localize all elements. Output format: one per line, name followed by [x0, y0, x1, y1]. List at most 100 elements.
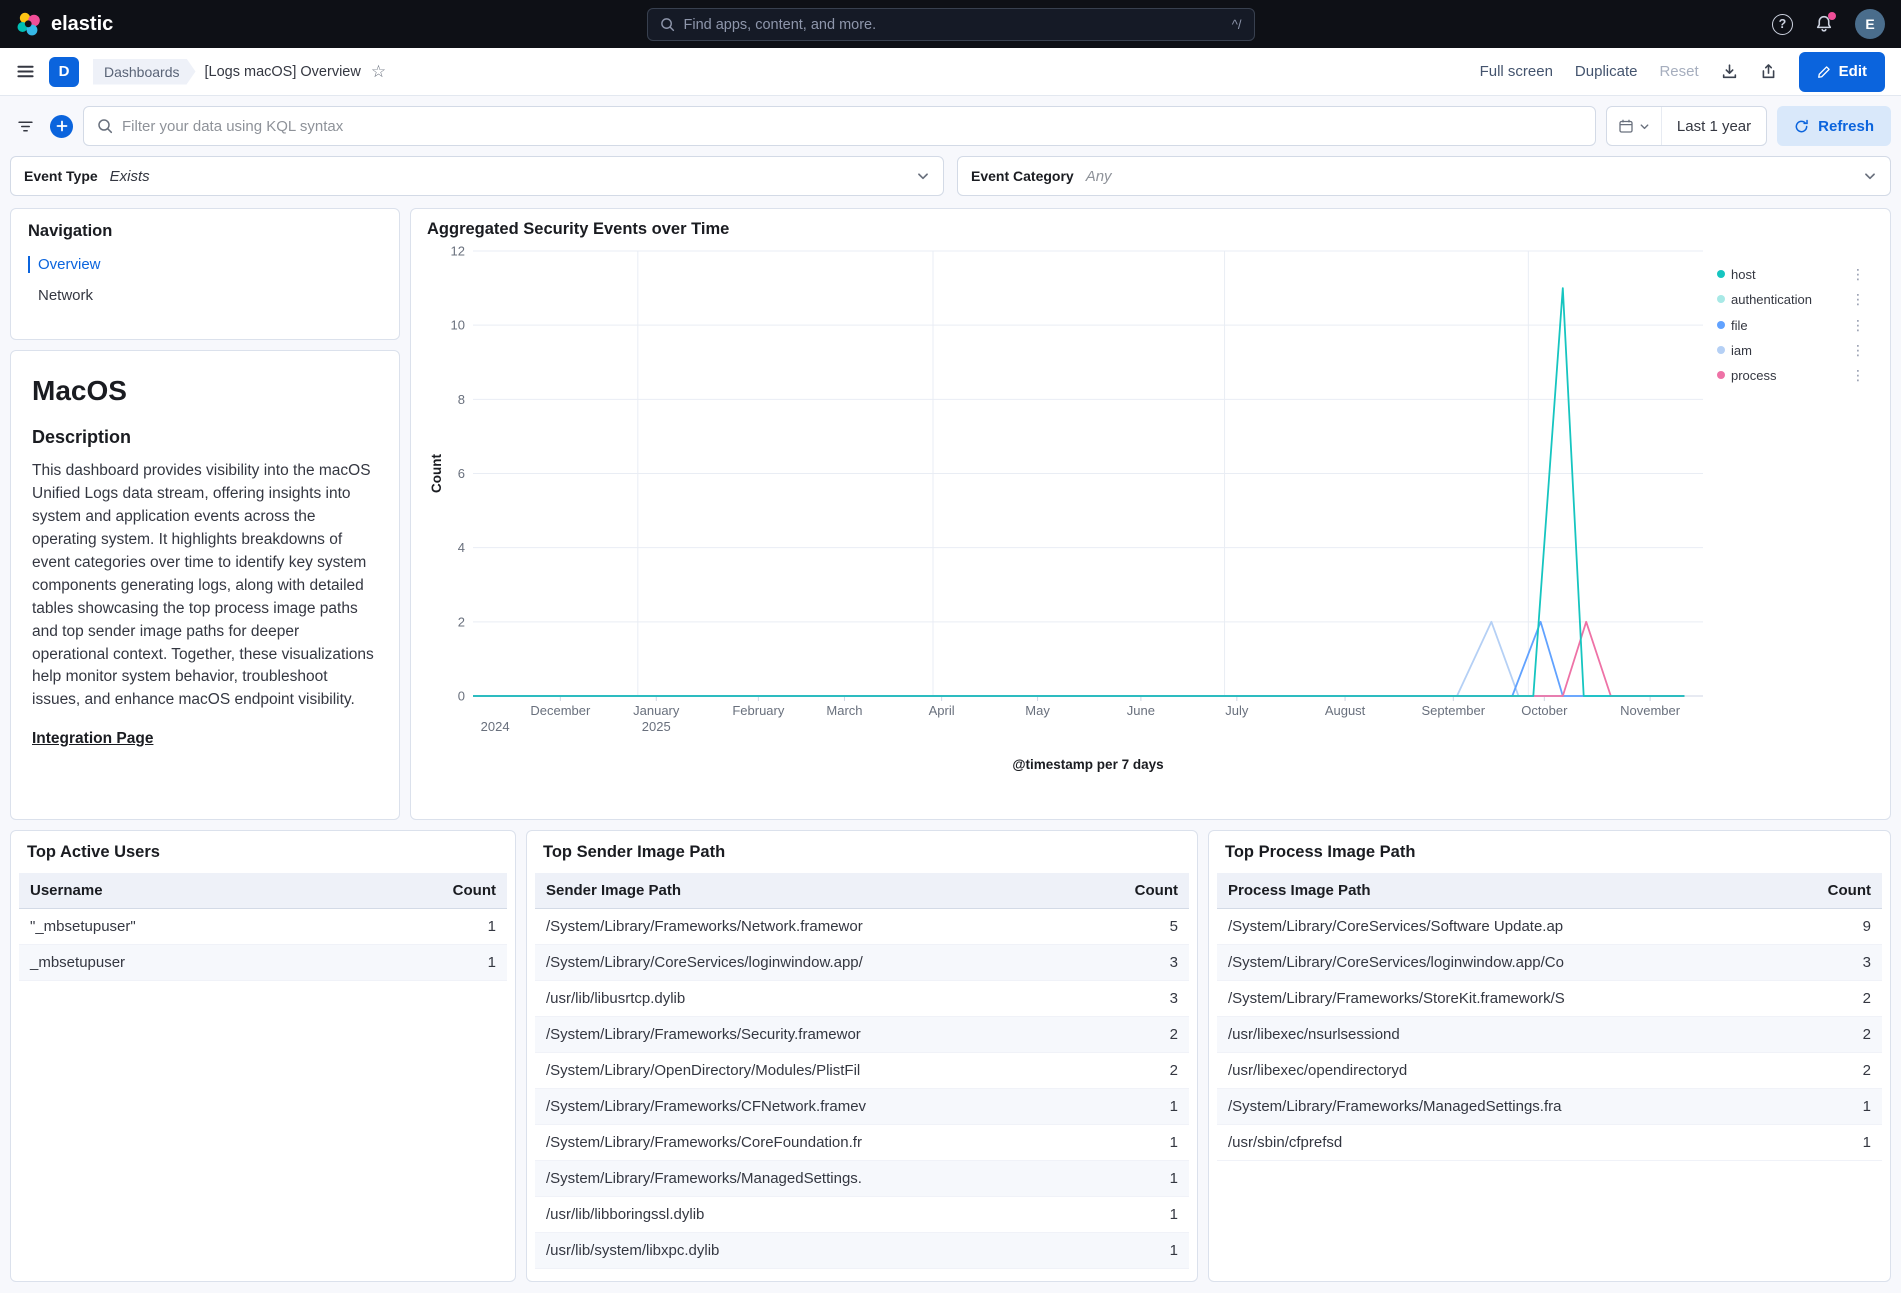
- integration-page-link[interactable]: Integration Page: [32, 730, 153, 747]
- legend-item-authentication[interactable]: authentication⋮: [1717, 292, 1865, 307]
- count-cell: 1: [1774, 1089, 1882, 1125]
- count-cell: 2: [1081, 1053, 1189, 1089]
- value-cell: /System/Library/Frameworks/Network.frame…: [535, 909, 1081, 945]
- space-badge[interactable]: D: [49, 57, 79, 87]
- global-search-input[interactable]: Find apps, content, and more. ^/: [647, 8, 1255, 41]
- refresh-icon: [1794, 119, 1809, 134]
- nav-item-overview[interactable]: Overview: [28, 256, 382, 273]
- dashboard-controls: Event Type Exists Event Category Any: [0, 154, 1901, 208]
- search-icon: [97, 118, 113, 134]
- legend-dot-icon: [1717, 346, 1725, 354]
- svg-text:0: 0: [458, 689, 465, 704]
- user-avatar[interactable]: E: [1855, 9, 1885, 39]
- brand-text: elastic: [51, 13, 113, 36]
- value-cell: /System/Library/Frameworks/StoreKit.fram…: [1217, 981, 1774, 1017]
- favorite-star-icon[interactable]: ☆: [371, 63, 386, 80]
- control-value: Exists: [110, 168, 150, 185]
- table-panel-title: Top Sender Image Path: [535, 841, 1189, 873]
- column-header[interactable]: Count: [1774, 873, 1882, 909]
- count-cell: 3: [1081, 981, 1189, 1017]
- control-event-type[interactable]: Event Type Exists: [10, 156, 944, 196]
- table-row: "_mbsetupuser"1: [19, 909, 507, 945]
- svg-text:April: April: [929, 703, 955, 718]
- duplicate-button[interactable]: Duplicate: [1575, 63, 1638, 80]
- column-header[interactable]: Sender Image Path: [535, 873, 1081, 909]
- description-heading: Description: [32, 427, 378, 448]
- table-row: /System/Library/Frameworks/CFNetwork.fra…: [535, 1089, 1189, 1125]
- control-event-category[interactable]: Event Category Any: [957, 156, 1891, 196]
- column-header[interactable]: Count: [399, 873, 507, 909]
- count-cell: 1: [1081, 1197, 1189, 1233]
- reset-button[interactable]: Reset: [1659, 63, 1698, 80]
- global-search-placeholder: Find apps, content, and more.: [684, 17, 877, 33]
- kql-search-input[interactable]: Filter your data using KQL syntax: [83, 106, 1596, 146]
- refresh-button[interactable]: Refresh: [1777, 106, 1891, 146]
- full-screen-button[interactable]: Full screen: [1480, 63, 1553, 80]
- table-row: /System/Library/Frameworks/Security.fram…: [535, 1017, 1189, 1053]
- value-cell: /System/Library/Frameworks/CoreFoundatio…: [535, 1125, 1081, 1161]
- value-cell: /System/Library/OpenDirectory/Modules/Pl…: [535, 1053, 1081, 1089]
- search-icon: [660, 17, 675, 32]
- svg-text:October: October: [1521, 703, 1568, 718]
- top-active-users-panel: Top Active Users UsernameCount"_mbsetupu…: [10, 830, 516, 1282]
- filter-icon[interactable]: [10, 108, 40, 144]
- legend-label: host: [1731, 267, 1845, 282]
- share-icon[interactable]: [1760, 63, 1777, 80]
- kebab-menu-icon[interactable]: ⋮: [1851, 318, 1865, 332]
- count-cell: 2: [1774, 1053, 1882, 1089]
- pencil-icon: [1817, 65, 1831, 79]
- legend-item-iam[interactable]: iam⋮: [1717, 343, 1865, 358]
- chevron-down-icon: [1639, 121, 1650, 132]
- elastic-brand[interactable]: elastic: [16, 11, 113, 37]
- legend-dot-icon: [1717, 295, 1725, 303]
- table-row: /System/Library/CoreServices/loginwindow…: [535, 945, 1189, 981]
- control-label: Event Category: [971, 168, 1074, 184]
- table-panel-title: Top Active Users: [19, 841, 507, 873]
- legend-item-file[interactable]: file⋮: [1717, 318, 1865, 333]
- nav-item-network[interactable]: Network: [28, 287, 382, 304]
- help-icon[interactable]: ?: [1772, 14, 1793, 35]
- download-icon[interactable]: [1721, 63, 1738, 80]
- count-cell: 1: [1081, 1233, 1189, 1269]
- value-cell: /usr/lib/libboringssl.dylib: [535, 1197, 1081, 1233]
- kebab-menu-icon[interactable]: ⋮: [1851, 343, 1865, 357]
- table-row: /System/Library/CoreServices/Software Up…: [1217, 909, 1882, 945]
- table-row: /usr/libexec/opendirectoryd2: [1217, 1053, 1882, 1089]
- edit-button[interactable]: Edit: [1799, 52, 1885, 92]
- breadcrumb-dashboards[interactable]: Dashboards: [93, 59, 196, 85]
- svg-text:July: July: [1225, 703, 1249, 718]
- value-cell: "_mbsetupuser": [19, 909, 399, 945]
- legend-item-process[interactable]: process ⋮: [1717, 368, 1865, 383]
- hamburger-menu-icon[interactable]: [16, 62, 35, 81]
- kebab-menu-icon[interactable]: ⋮: [1851, 267, 1865, 281]
- control-value: Any: [1086, 168, 1112, 185]
- svg-text:Count: Count: [429, 454, 444, 493]
- time-range-value[interactable]: Last 1 year: [1662, 107, 1766, 145]
- global-header: elastic Find apps, content, and more. ^/…: [0, 0, 1901, 48]
- kebab-menu-icon[interactable]: ⋮: [1851, 368, 1865, 382]
- column-header[interactable]: Username: [19, 873, 399, 909]
- column-header[interactable]: Process Image Path: [1217, 873, 1774, 909]
- svg-text:November: November: [1620, 703, 1681, 718]
- count-cell: 2: [1081, 1017, 1189, 1053]
- kebab-menu-icon[interactable]: ⋮: [1851, 292, 1865, 306]
- notifications-bell-icon[interactable]: [1815, 15, 1833, 33]
- legend-label: process: [1731, 368, 1845, 383]
- svg-text:May: May: [1025, 703, 1050, 718]
- svg-text:August: August: [1325, 703, 1366, 718]
- count-cell: 1: [399, 945, 507, 981]
- table-row: /System/Library/Frameworks/CoreFoundatio…: [535, 1125, 1189, 1161]
- legend-dot-icon: [1717, 270, 1725, 278]
- count-cell: 3: [1774, 945, 1882, 981]
- date-picker: Last 1 year: [1606, 106, 1767, 146]
- value-cell: /System/Library/CoreServices/loginwindow…: [1217, 945, 1774, 981]
- add-filter-button[interactable]: [50, 115, 73, 138]
- value-cell: _mbsetupuser: [19, 945, 399, 981]
- svg-text:June: June: [1127, 703, 1155, 718]
- svg-text:February: February: [732, 703, 785, 718]
- navigation-panel: Navigation Overview Network: [10, 208, 400, 340]
- column-header[interactable]: Count: [1081, 873, 1189, 909]
- calendar-dropdown-button[interactable]: [1607, 107, 1662, 145]
- legend-item-host[interactable]: host ⋮: [1717, 267, 1865, 282]
- chevron-down-icon: [916, 169, 930, 183]
